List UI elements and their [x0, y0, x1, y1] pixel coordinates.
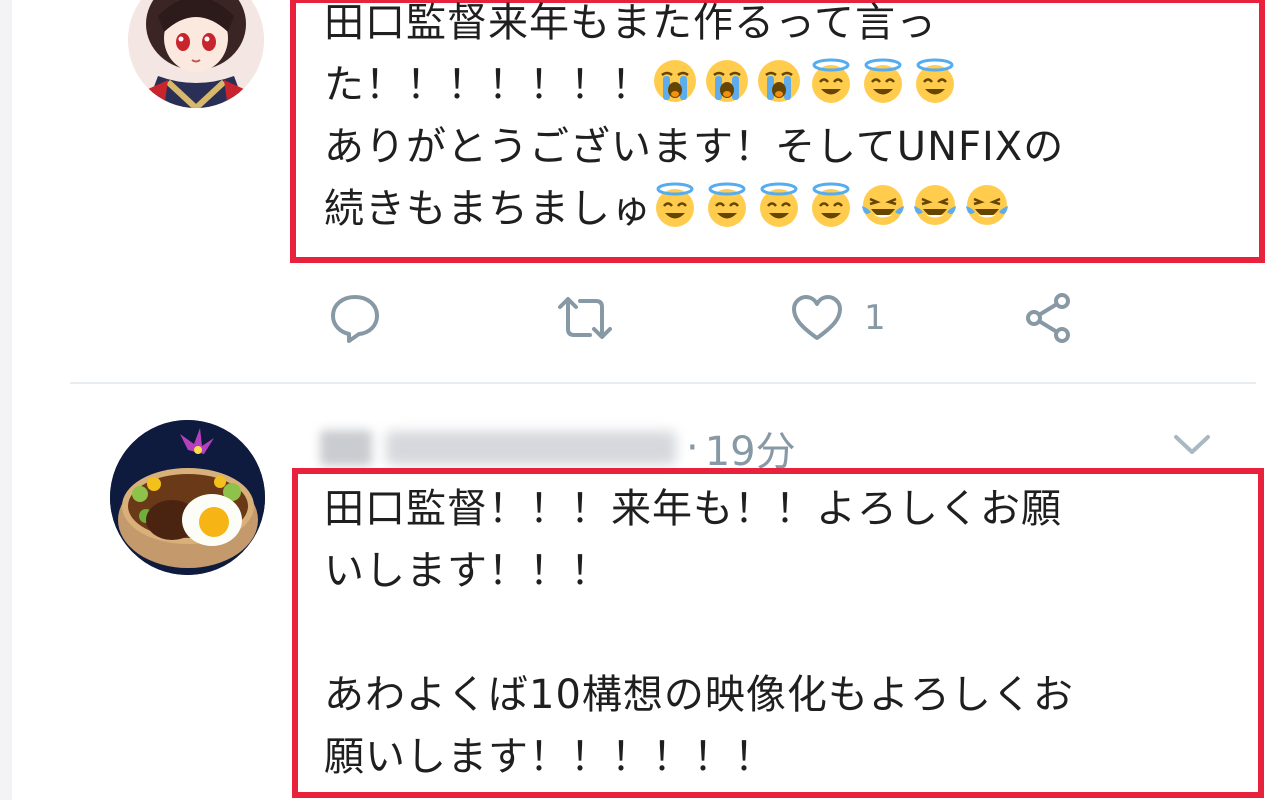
avatar-anime-girl[interactable]	[128, 0, 264, 108]
chevron-down-icon[interactable]	[1172, 432, 1212, 458]
retweet-icon	[558, 297, 612, 339]
smiling-face-with-halo-icon	[912, 58, 958, 104]
like-count: 1	[864, 298, 886, 338]
tweet1-text: 田口監督来年もまた作るって言っ た！！！！！！！ ありがとうございます！そしてU…	[324, 0, 1064, 240]
reply-button[interactable]	[328, 288, 382, 348]
tweet2-line-3: あわよくば10構想の映像化もよろしくお	[324, 672, 1074, 718]
share-icon	[1026, 293, 1070, 343]
tweet1-line-1: 田口監督来年もまた作るって言っ	[324, 0, 937, 46]
loudly-crying-face-icon	[652, 58, 698, 104]
tweet1-line-4-emojis	[652, 182, 1016, 232]
heart-icon	[792, 295, 842, 340]
face-with-tears-of-joy-icon	[860, 182, 906, 228]
tweet2-blank-line	[324, 602, 1074, 664]
left-rail	[0, 0, 12, 800]
share-button[interactable]	[1022, 288, 1076, 348]
like-button[interactable]: 1	[790, 288, 886, 348]
tweet-divider	[70, 382, 1256, 384]
tweet1-action-bar: 1	[320, 288, 1120, 348]
smiling-face-with-halo-icon	[652, 182, 698, 228]
tweet1-line-2-emojis	[652, 58, 964, 108]
tweet1-line-4-text: 続きもまちましゅ	[324, 186, 652, 232]
tweet1-line-3: ありがとうございます！そしてUNFIXの	[324, 124, 1065, 170]
loudly-crying-face-icon	[756, 58, 802, 104]
face-with-tears-of-joy-icon	[912, 182, 958, 228]
blurred-username[interactable]	[386, 431, 676, 465]
smiling-face-with-halo-icon	[860, 58, 906, 104]
smiling-face-with-halo-icon	[808, 182, 854, 228]
tweet1-line-2: た！！！！！！！	[324, 54, 1064, 116]
tweet2-text: 田口監督！！！来年も！！よろしくお願 いします！！！ あわよくば10構想の映像化…	[324, 478, 1074, 788]
loudly-crying-face-icon	[704, 58, 750, 104]
blurred-display-name[interactable]	[320, 430, 372, 466]
retweet-button[interactable]	[554, 288, 616, 348]
face-with-tears-of-joy-icon	[964, 182, 1010, 228]
smiling-face-with-halo-icon	[704, 182, 750, 228]
tweet2-line-2: いします！！！	[324, 548, 611, 594]
tweet-thread-screenshot: 田口監督来年もまた作るって言っ た！！！！！！！ ありがとうございます！そしてU…	[0, 0, 1280, 800]
tweet1-line-4: 続きもまちましゅ	[324, 178, 1064, 240]
reply-icon	[331, 295, 379, 343]
tweet1-line-2-text: た！！！！！！！	[324, 62, 652, 108]
tweet2-line-4: 願いします！！！！！！	[324, 734, 775, 780]
avatar-food-bowl[interactable]	[110, 420, 265, 575]
tweet2-line-1: 田口監督！！！来年も！！よろしくお願	[324, 486, 1062, 532]
smiling-face-with-halo-icon	[756, 182, 802, 228]
time-separator: ·	[686, 425, 699, 471]
smiling-face-with-halo-icon	[808, 58, 854, 104]
